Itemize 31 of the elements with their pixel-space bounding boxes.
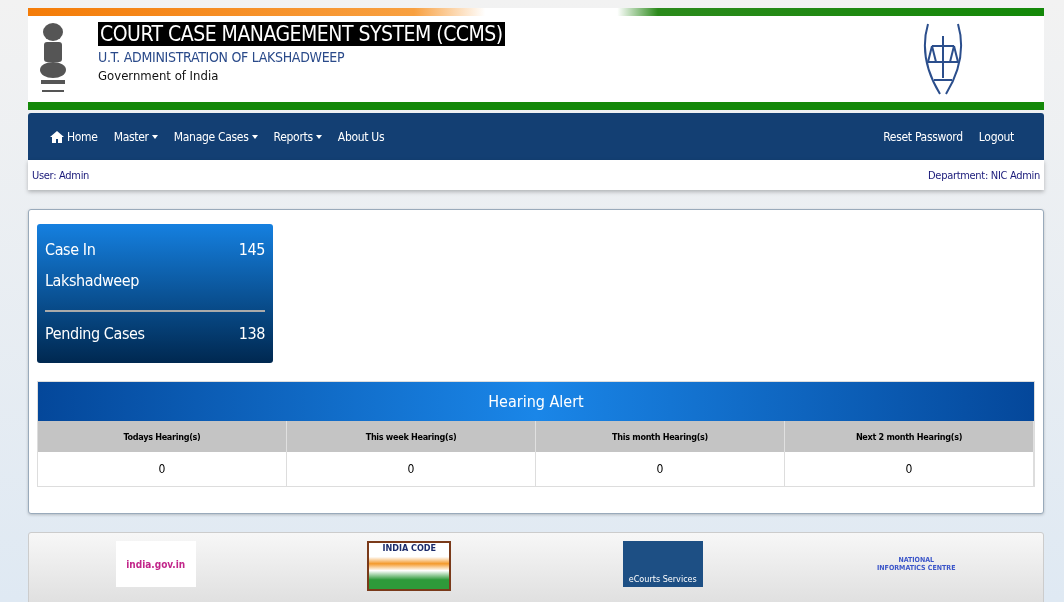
nav-menu[interactable]: Reports	[273, 129, 322, 144]
stat-value: 145	[238, 239, 265, 261]
home-link[interactable]: Home	[50, 129, 98, 144]
nav-menu[interactable]: About Us	[337, 129, 385, 144]
government-label: Government of India	[98, 68, 220, 83]
table-cell: 0	[38, 452, 287, 486]
caret-icon	[251, 134, 258, 139]
nav-menu[interactable]: Master	[113, 129, 158, 144]
table-cell: 0	[536, 452, 785, 486]
column-header: This week Hearing(s)	[287, 421, 536, 452]
stat-label: Pending Cases	[45, 323, 145, 345]
column-header: Next 2 month Hearing(s)	[785, 421, 1034, 452]
administration-subtitle: U.T. ADMINISTRATION OF LAKSHADWEEP	[98, 49, 346, 65]
column-header: This month Hearing(s)	[536, 421, 785, 452]
table-cell: 0	[287, 452, 536, 486]
caret-icon	[151, 134, 158, 139]
nav-link[interactable]: Logout	[978, 129, 1014, 144]
hearing-alert-header: Hearing Alert	[38, 382, 1034, 421]
partner-logo[interactable]: INDIA CODE	[367, 541, 452, 591]
home-icon	[50, 130, 64, 143]
partner-logo[interactable]: india.gov.in	[115, 541, 196, 587]
stat-value: 138	[238, 323, 265, 345]
column-header: Todays Hearing(s)	[38, 421, 287, 452]
system-title: COURT CASE MANAGEMENT SYSTEM (CCMS)	[98, 22, 505, 46]
user-label: User: Admin	[32, 168, 90, 182]
nav-link[interactable]: Reset Password	[883, 129, 963, 144]
caret-icon	[315, 134, 322, 139]
partner-logo[interactable]: eCourts Services	[622, 541, 703, 587]
table-cell: 0	[785, 452, 1034, 486]
department-label: Department: NIC Admin	[928, 168, 1040, 182]
nav-menu[interactable]: Manage Cases	[173, 129, 258, 144]
